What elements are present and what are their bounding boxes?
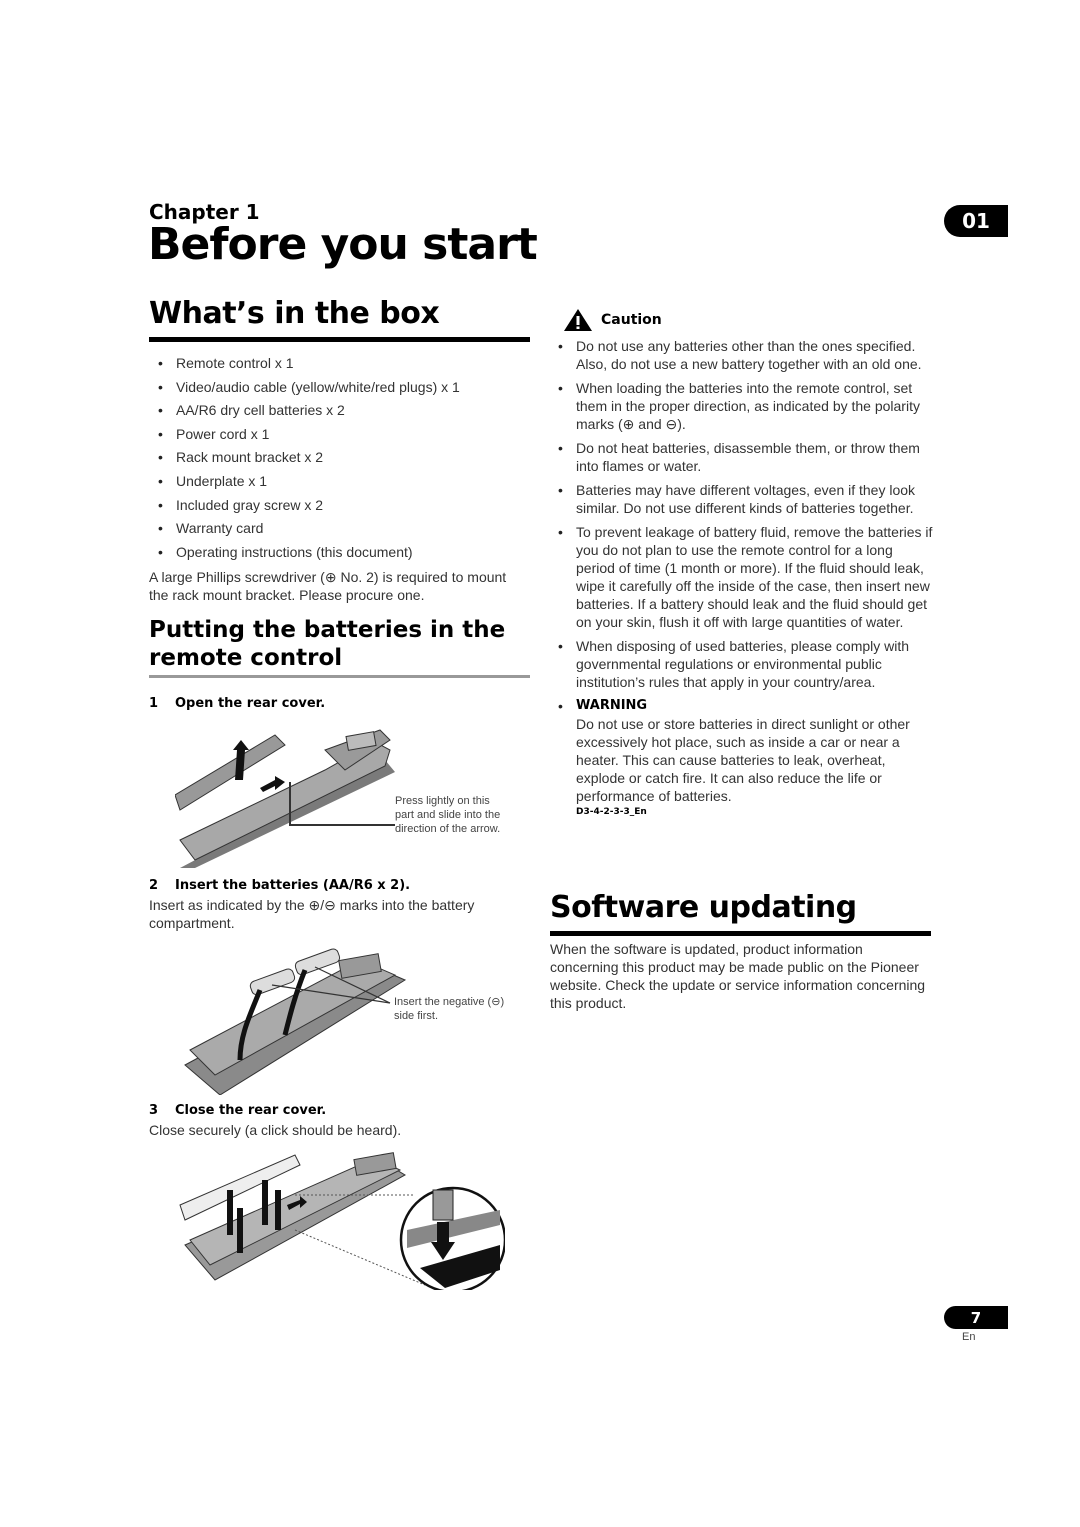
step-number: 3 — [149, 1103, 159, 1118]
section-rule — [149, 675, 530, 678]
step-title-text: Close the rear cover. — [175, 1103, 327, 1118]
warning-label: WARNING — [576, 698, 648, 713]
list-item: Remote control x 1 — [150, 352, 530, 376]
warning-triangle-icon — [564, 309, 592, 331]
insert-batteries-illustration — [184, 948, 407, 1095]
caution-item: WARNING Do not use or store batteries in… — [550, 697, 935, 819]
language-label: En — [962, 1331, 976, 1343]
whats-in-box-heading: What’s in the box — [149, 296, 440, 331]
open-cover-illustration — [175, 729, 395, 868]
caution-item: When disposing of used batteries, please… — [550, 637, 935, 691]
caution-item: To prevent leakage of battery fluid, rem… — [550, 523, 935, 631]
step-3-title: 3 Close the rear cover. — [149, 1103, 326, 1118]
list-item: Included gray screw x 2 — [150, 494, 530, 518]
list-item: Video/audio cable (yellow/white/red plug… — [150, 376, 530, 400]
step-1-title: 1 Open the rear cover. — [149, 696, 325, 711]
step-2-text: Insert as indicated by the ⊕/⊖ marks int… — [149, 897, 475, 931]
caution-list: Do not use any batteries other than the … — [550, 337, 935, 825]
close-cover-illustration — [179, 1152, 505, 1290]
list-item: Warranty card — [150, 517, 530, 541]
step-title-text: Open the rear cover. — [175, 696, 326, 711]
list-item: AA/R6 dry cell batteries x 2 — [150, 399, 530, 423]
list-item: Operating instructions (this document) — [150, 541, 530, 565]
step-number: 2 — [149, 878, 159, 893]
warning-text: Do not use or store batteries in direct … — [576, 716, 910, 804]
software-text: When the software is updated, product in… — [550, 941, 926, 1011]
list-item: Power cord x 1 — [150, 423, 530, 447]
screwdriver-note: A large Phillips screwdriver (⊕ No. 2) i… — [149, 569, 507, 603]
caution-item: Do not heat batteries, disassemble them,… — [550, 439, 935, 475]
caution-label: Caution — [601, 312, 662, 328]
step-2-caption: Insert the negative (⊖) side first. — [394, 996, 505, 1022]
caution-item: Batteries may have different voltages, e… — [550, 481, 935, 517]
batteries-heading: Putting the batteries in the remote cont… — [149, 617, 506, 671]
step-3-text: Close securely (a click should be heard)… — [149, 1122, 402, 1138]
step-number: 1 — [149, 696, 159, 711]
caution-item: Do not use any batteries other than the … — [550, 337, 935, 373]
page-title: Before you start — [148, 219, 538, 270]
page-number-tab: 7 — [944, 1306, 1008, 1329]
box-contents-list: Remote control x 1 Video/audio cable (ye… — [150, 352, 530, 564]
caution-item: When loading the batteries into the remo… — [550, 379, 935, 433]
caution-heading: Caution — [563, 308, 662, 332]
list-item: Underplate x 1 — [150, 470, 530, 494]
chapter-tab: 01 — [944, 205, 1008, 237]
heading-rule — [149, 337, 530, 342]
document-code: D3-4-2-3-3_En — [576, 807, 647, 817]
step-2-title: 2 Insert the batteries (AA/R6 x 2). — [149, 878, 410, 893]
list-item: Rack mount bracket x 2 — [150, 446, 530, 470]
software-heading: Software updating — [550, 890, 857, 925]
heading-rule — [550, 931, 931, 936]
step-1-caption: Press lightly on this part and slide int… — [395, 795, 501, 835]
step-title-text: Insert the batteries (AA/R6 x 2). — [175, 878, 411, 893]
